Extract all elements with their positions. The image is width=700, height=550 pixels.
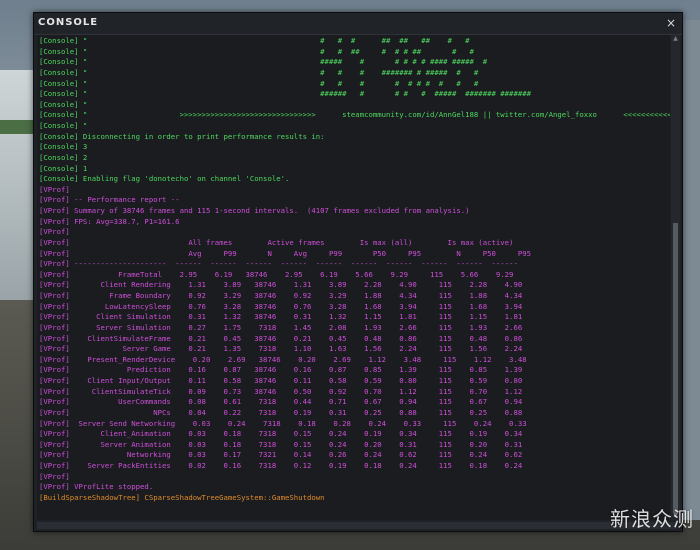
log-line: [VProf] Summary of 38746 frames and 115 … (39, 206, 470, 215)
log-line: [VProf] VProfLite stopped. (39, 482, 154, 492)
log-line: [VProf] Server PackEntities 0.02 0.16 73… (39, 461, 523, 470)
log-line: [VProf] Server Game 0.21 1.35 7318 1.10 … (39, 344, 523, 354)
log-line: [VProf] UserCommands 0.08 0.61 7318 0.44… (39, 397, 523, 407)
log-line: [VProf] LowLatencySleep 0.76 3.28 38746 … (39, 301, 523, 311)
log-line: [VProf] NPCs 0.04 0.22 7318 0.19 0.31 0.… (39, 407, 523, 417)
log-line: [VProf] Server Send Networking 0.03 0.24… (39, 418, 527, 428)
log-line: [Console] 2 (39, 152, 88, 162)
log-line: [VProf] FPS: Avg=338.7, P1=161.6 (39, 216, 180, 226)
log-line: [VProf] (39, 471, 70, 481)
log-line: [VProf] Client_Animation 0.03 0.18 7318 … (39, 429, 523, 439)
log-line: [VProf] --------------------- ------ ---… (39, 259, 518, 269)
close-icon[interactable]: × (664, 15, 678, 31)
watermark-text: 新浪众测 (610, 507, 694, 531)
console-log: [Console] " # # # ## ## ## # # [Console] … (39, 36, 670, 504)
console-output: [Console] " # # # ## ## ## # # [Console] … (37, 35, 670, 520)
log-line: [Console] " # # # ####### # ##### # # (39, 67, 479, 77)
log-line: [Console] " >>>>>>>>>>>>>>>>>>>>>>>>>>>>… (39, 110, 670, 120)
log-line: [VProf] Frame Boundary 0.92 3.29 38746 0… (39, 291, 523, 300)
log-line: [VProf] -- Performance report -- (39, 195, 180, 205)
log-line: [BuildSparseShadowTree] CSparseShadowTre… (39, 492, 325, 502)
scroll-thumb[interactable] (673, 223, 678, 513)
log-line: [Console] " # # ## # # # ## # # (39, 46, 474, 56)
log-line: [VProf] (39, 184, 70, 194)
game-background-right (680, 20, 700, 520)
console-titlebar[interactable]: CONSOLE × (34, 13, 682, 35)
console-window: CONSOLE × [Console] " # # # ## ## ## # #… (33, 12, 683, 532)
log-line: [Console] " # # # # # # # # # # (39, 78, 479, 88)
log-line: [VProf] Networking 0.03 0.17 7321 0.14 0… (39, 450, 523, 460)
log-line: [VProf] ClientSimulateTick 0.09 0.73 387… (39, 386, 523, 396)
log-line: [Console] 1 (39, 163, 88, 173)
log-line: [Console] " # # # ## ## ## # # (39, 36, 470, 45)
log-line: [Console] " (39, 121, 88, 130)
log-line: [VProf] Prediction 0.16 0.87 38746 0.16 … (39, 365, 523, 375)
log-line: [VProf] FrameTotal 2.95 6.19 38746 2.95 … (39, 269, 514, 279)
command-input-row (37, 522, 677, 530)
log-line: [VProf] Client Rendering 1.31 3.89 38746… (39, 280, 523, 290)
log-line: [VProf] Server Animation 0.03 0.18 7318 … (39, 439, 523, 449)
log-line: [VProf] Avg P99 N Avg P99 P50 P95 N P50 … (39, 248, 532, 258)
log-line: [VProf] Client Simulation 0.31 1.32 3874… (39, 312, 523, 322)
command-input[interactable] (37, 522, 677, 529)
log-line: [Console] " ##### # # # # # #### ##### # (39, 57, 488, 67)
log-line: [Console] 3 (39, 142, 88, 152)
log-line: [VProf] Present_RenderDevice 0.20 2.69 3… (39, 354, 527, 364)
console-scrollbar[interactable]: ▲ ▼ (671, 35, 680, 520)
log-line: [VProf] ClientSimulateFrame 0.21 0.45 38… (39, 333, 523, 343)
log-line: [VProf] All frames Active frames Is max … (39, 237, 514, 247)
log-line: [Console] " (39, 99, 88, 109)
log-line: [Console] Enabling flag 'donotecho' on c… (39, 174, 290, 184)
log-line: [VProf] Client Input/Output 0.11 0.58 38… (39, 376, 523, 385)
scroll-up-icon[interactable]: ▲ (671, 35, 680, 43)
console-title: CONSOLE (38, 17, 99, 28)
log-line: [VProf] (39, 227, 70, 237)
log-line: [Console] " ###### # # # # ##### #######… (39, 89, 532, 99)
log-line: [Console] Disconnecting in order to prin… (39, 131, 325, 141)
log-line: [VProf] Server Simulation 0.27 1.75 7318… (39, 322, 523, 332)
